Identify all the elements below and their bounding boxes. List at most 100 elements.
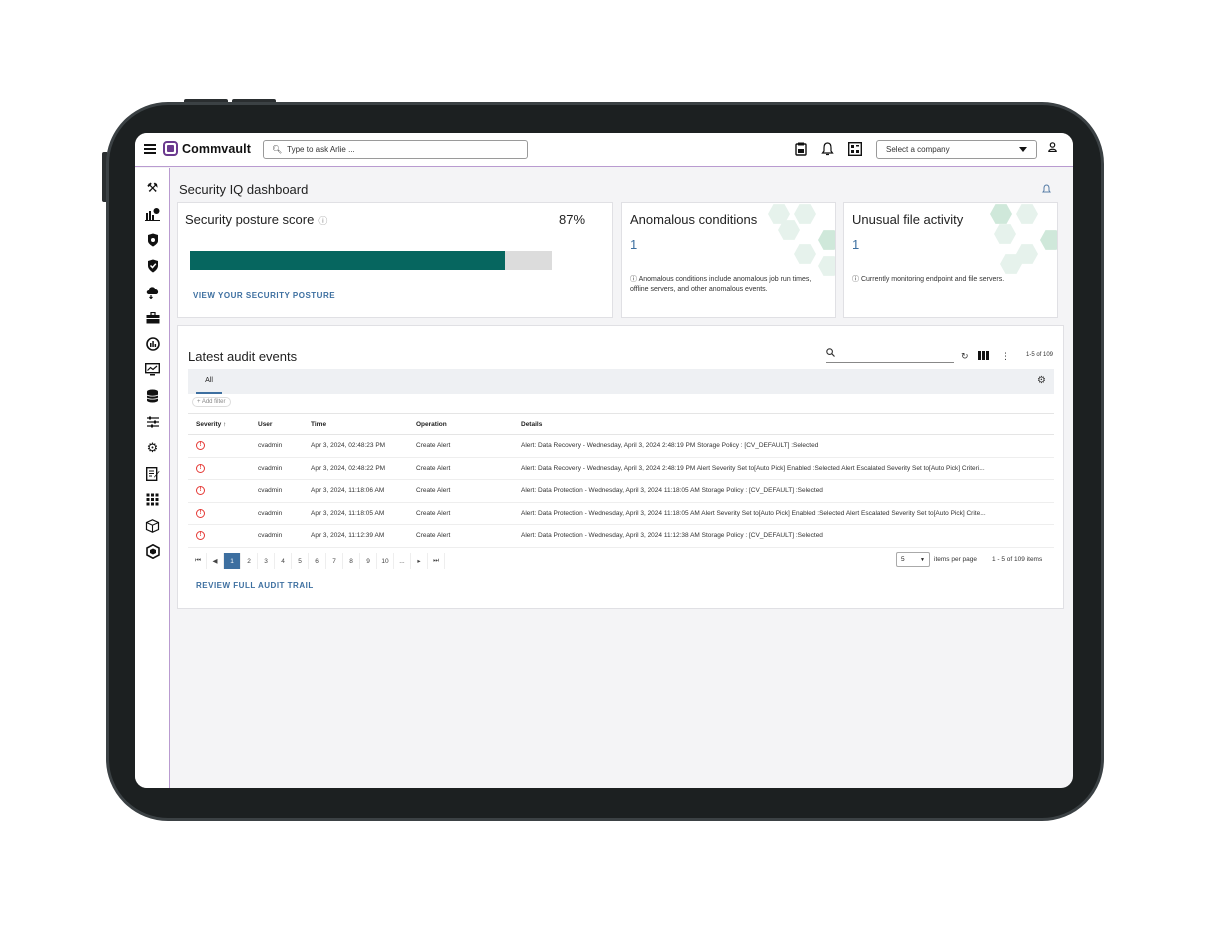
cloud-restore-icon[interactable] (144, 283, 161, 300)
user-cell: cvadmin (250, 457, 303, 480)
dashboard-icon[interactable] (847, 141, 863, 157)
time-cell: Apr 3, 2024, 11:12:39 AM (303, 524, 408, 548)
column-header-label: Severity (196, 420, 222, 428)
review-full-audit-trail-link[interactable]: REVIEW FULL AUDIT TRAIL (196, 581, 314, 590)
operation-cell: Create Alert (408, 457, 513, 480)
page-number-button[interactable]: 2 (241, 553, 258, 569)
page-number-button[interactable]: 4 (275, 553, 292, 569)
page-number-button[interactable]: 7 (326, 553, 343, 569)
unusual-file-activity-card[interactable]: Unusual file activity 1 ⓘ Currently moni… (843, 202, 1058, 318)
monitor-chart-icon[interactable] (144, 361, 161, 378)
first-page-button[interactable]: ⏮︎ (190, 553, 207, 569)
caret-down-icon: ▼ (920, 556, 925, 563)
company-select-value: Select a company (886, 145, 950, 154)
add-filter-button[interactable]: + Add filter (192, 397, 231, 407)
anomalous-conditions-count[interactable]: 1 (630, 237, 637, 252)
menu-icon[interactable] (144, 144, 156, 154)
sort-ascending-icon: ↑ (223, 420, 227, 428)
apps-grid-icon[interactable] (144, 491, 161, 508)
unusual-file-activity-count[interactable]: 1 (852, 237, 859, 252)
notification-bell-icon[interactable] (1042, 184, 1051, 196)
tab-all[interactable]: All (196, 369, 222, 394)
database-icon[interactable] (144, 387, 161, 404)
column-header-time[interactable]: Time (303, 413, 408, 435)
app-screen: Commvault 🔍︎ Type to ask Arlie ... Selec… (135, 133, 1073, 788)
severity-cell: ! (188, 457, 250, 480)
brand-logo[interactable]: Commvault (163, 141, 251, 156)
page-number-button[interactable]: 3 (258, 553, 275, 569)
table-row[interactable]: ! cvadmin Apr 3, 2024, 02:48:23 PM Create A… (188, 434, 1054, 458)
view-security-posture-link[interactable]: VIEW YOUR SECURITY POSTURE (193, 291, 335, 300)
page-number-button[interactable]: 5 (292, 553, 309, 569)
company-select[interactable]: Select a company (876, 140, 1037, 159)
details-cell: Alert: Data Protection - Wednesday, Apri… (513, 524, 1054, 548)
table-row[interactable]: ! cvadmin Apr 3, 2024, 11:12:39 AM Create A… (188, 524, 1054, 548)
search-input[interactable]: 🔍︎ Type to ask Arlie ... (263, 140, 528, 159)
user-icon[interactable] (1048, 142, 1057, 155)
tools-icon[interactable]: ⚒ (144, 179, 161, 196)
items-per-page-select[interactable]: 5 ▼ (896, 552, 930, 567)
security-posture-bar (190, 251, 552, 270)
shield-check-icon[interactable] (144, 257, 161, 274)
anomalous-conditions-card[interactable]: Anomalous conditions 1 ⓘ Anomalous condi… (621, 202, 836, 318)
search-icon: 🔍︎ (272, 145, 283, 154)
anomalous-conditions-note-text: Anomalous conditions include anomalous j… (630, 276, 812, 293)
page-number-button[interactable]: 9 (360, 553, 377, 569)
grid-settings-gear-icon[interactable]: ⚙ (1037, 375, 1046, 386)
operation-cell: Create Alert (408, 502, 513, 525)
hexagon-decoration (794, 204, 816, 224)
audit-events-title: Latest audit events (188, 349, 298, 364)
unusual-file-activity-note-text: Currently monitoring endpoint and file s… (860, 276, 1005, 283)
page-number-button[interactable]: 8 (343, 553, 360, 569)
caret-down-icon (1019, 147, 1027, 152)
table-row[interactable]: ! cvadmin Apr 3, 2024, 11:18:05 AM Create A… (188, 502, 1054, 525)
clipboard-icon[interactable] (793, 141, 809, 157)
last-page-button[interactable]: ⏭︎ (428, 553, 445, 569)
severity-critical-icon: ! (196, 486, 205, 496)
info-icon[interactable]: ⓘ (318, 216, 327, 226)
grid-search-input[interactable] (826, 348, 954, 363)
user-cell: cvadmin (250, 434, 303, 458)
audit-tab-strip: All ⚙ (188, 369, 1054, 394)
hexagon-decoration (1016, 204, 1038, 224)
sidebar: ⚒ ⚙ (135, 168, 170, 788)
briefcase-icon[interactable] (144, 309, 161, 326)
more-options-icon[interactable]: ⋮ (1001, 351, 1010, 362)
table-row[interactable]: ! cvadmin Apr 3, 2024, 02:48:22 PM Create A… (188, 457, 1054, 480)
page-number-button[interactable]: ... (394, 553, 411, 569)
police-badge-icon[interactable] (144, 231, 161, 248)
package-icon[interactable] (144, 517, 161, 534)
severity-critical-icon: ! (196, 508, 205, 518)
next-page-button[interactable]: ▸ (411, 553, 428, 569)
details-cell: Alert: Data Protection - Wednesday, Apri… (513, 502, 1054, 525)
severity-cell: ! (188, 524, 250, 548)
column-header-user[interactable]: User (250, 413, 303, 435)
analytics-circle-icon[interactable] (144, 335, 161, 352)
audit-events-card: Latest audit events ↻ ⋮ 1-5 of 109 All ⚙… (177, 325, 1064, 609)
previous-page-button[interactable]: ◀︎ (207, 553, 224, 569)
bell-icon[interactable] (819, 141, 835, 157)
user-cell: cvadmin (250, 524, 303, 548)
page-number-button[interactable]: 10 (377, 553, 394, 569)
table-row[interactable]: ! cvadmin Apr 3, 2024, 11:18:06 AM Create A… (188, 479, 1054, 503)
operation-cell: Create Alert (408, 434, 513, 458)
reports-chart-icon[interactable] (144, 205, 161, 222)
settings-gear-icon[interactable]: ⚙ (144, 439, 161, 456)
audit-events-table: Severity ↑ User Time Operation Details !… (188, 413, 1054, 548)
edit-document-icon[interactable] (144, 465, 161, 482)
items-per-page-value: 5 (901, 556, 905, 563)
refresh-icon[interactable]: ↻ (961, 351, 969, 362)
security-posture-title-text: Security posture score (185, 212, 315, 227)
column-header-details[interactable]: Details (513, 413, 1054, 435)
column-header-severity[interactable]: Severity ↑ (188, 413, 250, 435)
severity-critical-icon: ! (196, 531, 205, 541)
sliders-icon[interactable] (144, 413, 161, 430)
hexagon-logo-icon[interactable] (144, 543, 161, 560)
column-header-operation[interactable]: Operation (408, 413, 513, 435)
security-posture-card: Security posture score ⓘ 87% VIEW YOUR SE… (177, 202, 613, 318)
page-number-button[interactable]: 1 (224, 553, 241, 569)
columns-icon[interactable] (978, 351, 989, 362)
hexagon-decoration (818, 230, 835, 250)
page-number-button[interactable]: 6 (309, 553, 326, 569)
search-icon (826, 348, 835, 359)
